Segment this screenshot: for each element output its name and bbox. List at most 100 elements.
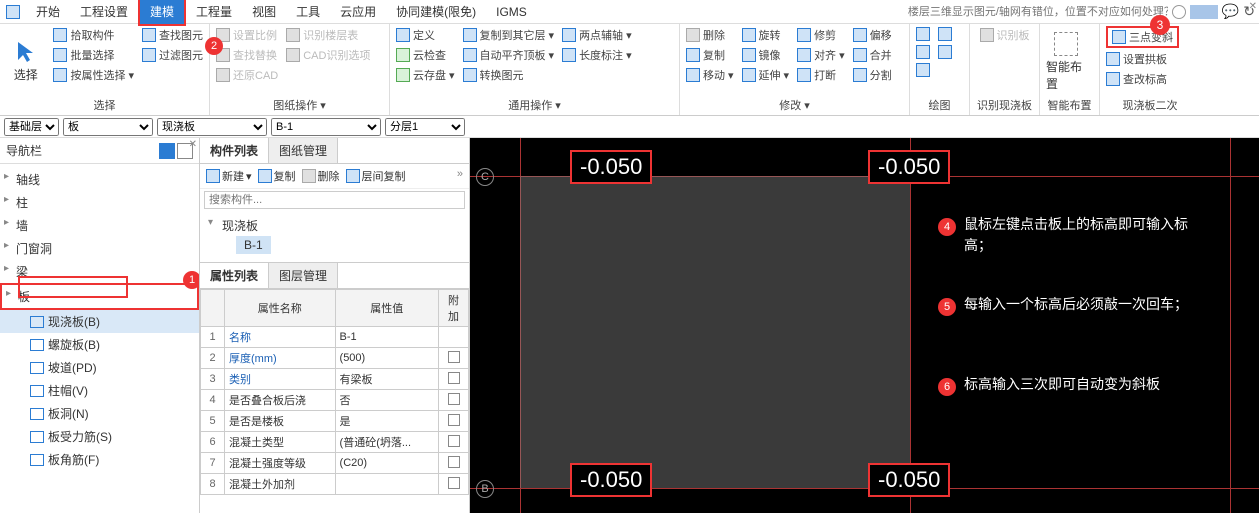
restore-cad: 还原CAD: [216, 66, 278, 84]
arc[interactable]: [938, 44, 952, 60]
line[interactable]: [916, 44, 930, 60]
search-icon[interactable]: [1172, 5, 1186, 19]
elevation-tr[interactable]: -0.050: [868, 150, 950, 184]
rect[interactable]: [916, 62, 930, 78]
split[interactable]: 分割: [853, 66, 892, 84]
break[interactable]: 打断: [797, 66, 845, 84]
tab-tools[interactable]: 工具: [286, 0, 330, 24]
align[interactable]: 对齐 ▾: [797, 46, 845, 64]
auto-align-top[interactable]: 自动平齐顶板 ▾: [463, 46, 555, 64]
select-by-prop[interactable]: 按属性选择 ▾: [53, 66, 134, 84]
point[interactable]: [916, 26, 930, 42]
tree-root[interactable]: 现浇板: [208, 215, 461, 236]
tree-leaf-b1[interactable]: B-1: [236, 236, 271, 254]
annotation-marker-4: 4: [938, 218, 956, 236]
type-select[interactable]: 板: [63, 118, 153, 136]
sub-lxb[interactable]: 螺旋板(B): [0, 333, 199, 356]
nav-title: 导航栏: [6, 142, 159, 159]
trim[interactable]: 修剪: [797, 26, 845, 44]
chat-icon[interactable]: 💬: [1222, 3, 1239, 20]
tab-igms[interactable]: IGMS: [486, 1, 537, 23]
rotate[interactable]: 旋转: [742, 26, 790, 44]
merge[interactable]: 合并: [853, 46, 892, 64]
subtype-select[interactable]: 现浇板: [157, 118, 267, 136]
tree-axis[interactable]: 轴线: [0, 168, 199, 191]
tab-collab[interactable]: 协同建模(限免): [386, 0, 486, 24]
delete-button[interactable]: 删除: [302, 168, 340, 184]
table-row[interactable]: 2厚度(mm)(500): [201, 348, 469, 369]
batch-select[interactable]: 批量选择: [53, 46, 134, 64]
copy-to-floor[interactable]: 复制到其它层 ▾: [463, 26, 555, 44]
sub-zm[interactable]: 柱帽(V): [0, 379, 199, 402]
set-scale: 设置比例: [216, 26, 278, 44]
tab-drawing-mgmt[interactable]: 图纸管理: [269, 138, 338, 163]
extend[interactable]: 延伸 ▾: [742, 66, 790, 84]
tab-component-list[interactable]: 构件列表: [200, 138, 269, 163]
toolbar-more-icon[interactable]: »: [457, 168, 463, 184]
circle[interactable]: [938, 26, 952, 42]
tab-quantity[interactable]: 工程量: [186, 0, 242, 24]
length-dim[interactable]: 长度标注 ▾: [562, 46, 632, 64]
find-element[interactable]: 查找图元: [142, 26, 203, 44]
tab-layer-mgmt[interactable]: 图层管理: [269, 263, 338, 288]
elevation-br[interactable]: -0.050: [868, 463, 950, 497]
new-button[interactable]: 新建 ▾: [206, 168, 252, 184]
copy-button[interactable]: 复制: [258, 168, 296, 184]
drawing-canvas[interactable]: C B -0.050 -0.050 -0.050 -0.050 4 鼠标左键点击…: [470, 138, 1259, 513]
main-area: ✕ 导航栏 轴线 柱 墙 门窗洞 梁 板 1 现浇板(B) 螺旋板(B) 坡道(…: [0, 138, 1259, 513]
delete[interactable]: 删除: [686, 26, 734, 44]
sidebar-close-icon[interactable]: ✕: [189, 139, 197, 150]
name-select[interactable]: B-1: [271, 118, 381, 136]
two-point-axis[interactable]: 两点辅轴 ▾: [562, 26, 632, 44]
sub-bjj[interactable]: 板角筋(F): [0, 448, 199, 471]
mirror[interactable]: 镜像: [742, 46, 790, 64]
select-button[interactable]: 选择: [6, 26, 45, 97]
tree-opening[interactable]: 门窗洞: [0, 237, 199, 260]
find-replace: 查找替换: [216, 46, 278, 64]
elevation-tl[interactable]: -0.050: [570, 150, 652, 184]
sub-pd[interactable]: 坡道(PD): [0, 356, 199, 379]
group-label-modify: 修改 ▾: [686, 97, 903, 115]
filter-element[interactable]: 过滤图元: [142, 46, 203, 64]
table-row[interactable]: 4是否叠合板后浇否: [201, 390, 469, 411]
user-avatar[interactable]: [1190, 5, 1218, 19]
cloud-save[interactable]: 云存盘 ▾: [396, 66, 455, 84]
sub-bd[interactable]: 板洞(N): [0, 402, 199, 425]
cloud-check[interactable]: 云检查: [396, 46, 455, 64]
convert-element[interactable]: 转换图元: [463, 66, 555, 84]
move[interactable]: 移动 ▾: [686, 66, 734, 84]
table-row[interactable]: 8混凝土外加剂: [201, 474, 469, 495]
midpanel-close-icon[interactable]: ✕: [1249, 1, 1257, 12]
board-element[interactable]: [520, 176, 910, 488]
table-row[interactable]: 1名称B-1: [201, 327, 469, 348]
tab-model[interactable]: 建模: [138, 0, 186, 26]
define[interactable]: 定义: [396, 26, 455, 44]
offset[interactable]: 偏移: [853, 26, 892, 44]
floor-select[interactable]: 基础层: [4, 118, 59, 136]
tree-column[interactable]: 柱: [0, 191, 199, 214]
sub-xjb[interactable]: 现浇板(B): [0, 310, 199, 333]
floor-copy-button[interactable]: 层间复制: [346, 168, 406, 184]
tab-project[interactable]: 工程设置: [70, 0, 138, 24]
tab-cloud[interactable]: 云应用: [330, 0, 386, 24]
table-row[interactable]: 7混凝土强度等级(C20): [201, 453, 469, 474]
tree-wall[interactable]: 墙: [0, 214, 199, 237]
smart-layout-button[interactable]: 智能布置: [1046, 26, 1086, 97]
pick-component[interactable]: 拾取构件: [53, 26, 134, 44]
tab-start[interactable]: 开始: [26, 0, 70, 24]
tab-prop-list[interactable]: 属性列表: [200, 263, 269, 288]
group-label-drawing: 图纸操作 ▾: [216, 97, 383, 115]
table-row[interactable]: 6混凝土类型(普通砼(坍落...: [201, 432, 469, 453]
tab-view[interactable]: 视图: [242, 0, 286, 24]
help-search-input[interactable]: [908, 6, 1168, 18]
component-search-input[interactable]: [204, 191, 465, 209]
layer-select[interactable]: 分层1: [385, 118, 465, 136]
table-row[interactable]: 5是否是楼板是: [201, 411, 469, 432]
table-row[interactable]: 3类别有梁板: [201, 369, 469, 390]
check-elev[interactable]: 查改标高: [1106, 70, 1179, 88]
set-arch[interactable]: 设置拱板: [1106, 50, 1179, 68]
copy[interactable]: 复制: [686, 46, 734, 64]
sub-bslj[interactable]: 板受力筋(S): [0, 425, 199, 448]
elevation-bl[interactable]: -0.050: [570, 463, 652, 497]
view-toggle-list-icon[interactable]: [159, 143, 175, 159]
